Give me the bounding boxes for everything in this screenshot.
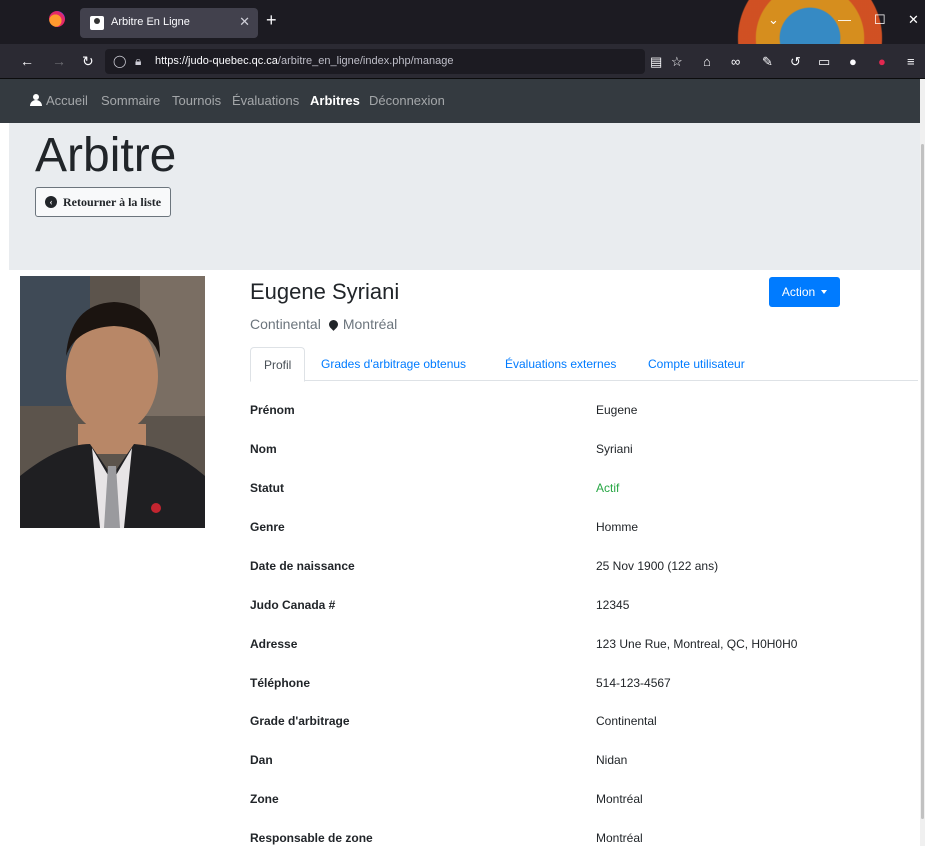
sidebar-icon[interactable]: ▭ (818, 54, 830, 70)
field-value: Syriani (596, 442, 633, 456)
scrollbar-thumb[interactable] (921, 144, 924, 819)
nav-link-deconnexion[interactable]: Déconnexion (369, 93, 445, 108)
nav-link-arbitres[interactable]: Arbitres (310, 93, 360, 108)
page-title: Arbitre (35, 129, 177, 182)
site-navbar: Accueil Sommaire Tournois Évaluations Ar… (0, 79, 920, 123)
field-value: Nidan (596, 753, 628, 767)
field-value: Montréal (596, 792, 643, 806)
page-header: Arbitre ‹ Retourner à la liste (9, 123, 920, 270)
browser-toolbar: ← → ↻ ◯ 🔒︎ https://judo-quebec.qc.ca/arb… (0, 44, 925, 79)
tab-compte-utilisateur[interactable]: Compte utilisateur (635, 347, 758, 381)
field-label: Téléphone (250, 676, 311, 690)
field-label: Statut (250, 481, 284, 495)
field-row: Nom Syriani (250, 442, 850, 462)
reader-view-icon[interactable]: ▤ (650, 54, 662, 70)
back-to-list-button[interactable]: ‹ Retourner à la liste (35, 187, 172, 217)
field-row: Date de naissance 25 Nov 1900 (122 ans) (250, 559, 850, 579)
bookmark-star-icon[interactable]: ☆ (671, 54, 683, 70)
field-label: Responsable de zone (250, 831, 373, 845)
caret-down-icon (821, 290, 828, 294)
field-row: Genre Homme (250, 520, 850, 540)
field-row: Grade d'arbitrage Continental (250, 714, 850, 734)
user-icon (30, 94, 42, 106)
browser-tab-bar: Arbitre En Ligne ✕ + ⌄ — ☐ ✕ (0, 0, 925, 44)
field-label: Dan (250, 753, 273, 767)
tab-profil[interactable]: Profil (250, 347, 306, 382)
back-arrow-icon[interactable]: ← (20, 53, 34, 69)
reload-icon[interactable]: ↻ (82, 53, 94, 70)
profile-tabs: Profil Grades d'arbitrage obtenus Évalua… (250, 347, 918, 382)
field-label: Zone (250, 792, 279, 806)
action-label: Action (781, 285, 816, 299)
browser-tab-title: Arbitre En Ligne (111, 16, 190, 28)
referee-subtitle: Continental Montréal (250, 316, 397, 332)
new-tab-button[interactable]: + (266, 10, 277, 31)
action-dropdown-button[interactable]: Action (769, 277, 840, 307)
field-label: Genre (250, 520, 285, 534)
browser-theme-decoration (680, 0, 925, 44)
field-row: Responsable de zone Montréal (250, 831, 850, 851)
field-label: Date de naissance (250, 559, 355, 573)
field-row: Zone Montréal (250, 792, 850, 812)
referee-grade: Continental (250, 316, 321, 332)
extension-shield-icon[interactable]: ● (878, 54, 886, 69)
tab-list-icon[interactable]: ⌄ (768, 12, 779, 28)
url-text[interactable]: https://judo-quebec.qc.ca/arbitre_en_lig… (155, 55, 453, 67)
field-label: Judo Canada # (250, 598, 336, 612)
referee-location: Montréal (342, 316, 398, 332)
field-value: Eugene (596, 403, 638, 417)
extension-infinity-icon[interactable]: ∞ (731, 54, 740, 69)
tools-wrench-icon[interactable]: ✎ (762, 54, 773, 70)
close-tab-icon[interactable]: ✕ (239, 14, 250, 30)
minimize-window-icon[interactable]: — (838, 12, 851, 27)
referee-name: Eugene Syriani (250, 279, 400, 304)
field-value: Montréal (596, 831, 643, 845)
field-label: Adresse (250, 637, 298, 651)
site-favicon-icon (90, 16, 104, 30)
nav-link-sommaire[interactable]: Sommaire (101, 93, 160, 108)
field-row: Téléphone 514-123-4567 (250, 676, 850, 696)
field-row: Adresse 123 Une Rue, Montreal, QC, H0H0H0 (250, 637, 850, 657)
back-to-list-label: Retourner à la liste (63, 194, 162, 209)
menu-hamburger-icon[interactable]: ≡ (907, 54, 915, 69)
status-value: Actif (596, 481, 620, 495)
field-row: Prénom Eugene (250, 403, 850, 423)
maximize-window-icon[interactable]: ☐ (874, 12, 886, 28)
tab-evaluations-externes[interactable]: Évaluations externes (492, 347, 629, 381)
field-value: 123 Une Rue, Montreal, QC, H0H0H0 (596, 637, 798, 651)
close-window-icon[interactable]: ✕ (908, 12, 919, 28)
page-scrollbar[interactable] (920, 79, 925, 846)
referee-photo (20, 276, 205, 528)
nav-link-accueil[interactable]: Accueil (46, 93, 88, 108)
field-value: Homme (596, 520, 639, 534)
field-value: 514-123-4567 (596, 676, 671, 690)
extension-e-icon[interactable]: ● (849, 54, 857, 69)
field-label: Nom (250, 442, 277, 456)
address-bar[interactable]: ◯ 🔒︎ https://judo-quebec.qc.ca/arbitre_e… (105, 49, 645, 74)
field-value: Continental (596, 714, 657, 728)
lock-icon[interactable]: 🔒︎ (135, 54, 141, 69)
browser-tab[interactable]: Arbitre En Ligne ✕ (80, 8, 258, 38)
home-icon[interactable]: ⌂ (703, 54, 711, 69)
nav-link-tournois[interactable]: Tournois (172, 93, 221, 108)
field-row: Judo Canada # 12345 (250, 598, 850, 618)
chevron-left-circle-icon: ‹ (45, 196, 57, 208)
nav-link-evaluations[interactable]: Évaluations (232, 93, 299, 108)
field-label: Grade d'arbitrage (250, 714, 350, 728)
tab-grades-arbitrage[interactable]: Grades d'arbitrage obtenus (308, 347, 479, 381)
forward-arrow-icon[interactable]: → (52, 53, 66, 69)
tracking-shield-icon[interactable]: ◯ (113, 54, 126, 68)
location-pin-icon (326, 318, 340, 331)
field-value: 25 Nov 1900 (122 ans) (596, 559, 719, 573)
firefox-logo-icon[interactable] (49, 11, 65, 27)
field-row: Dan Nidan (250, 753, 850, 773)
field-label: Prénom (250, 403, 295, 417)
field-value: 12345 (596, 598, 630, 612)
history-icon[interactable]: ↺ (790, 54, 801, 70)
field-row: Statut Actif (250, 481, 850, 501)
